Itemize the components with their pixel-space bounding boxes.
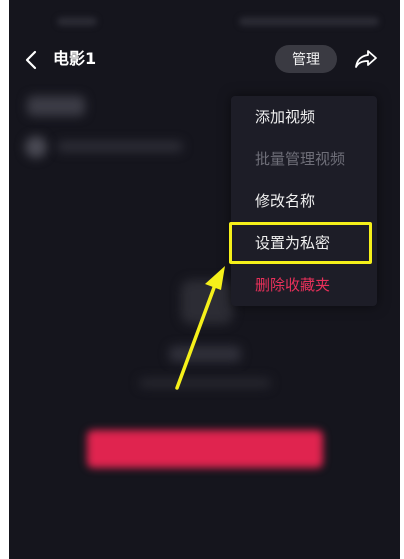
blurred-folder-title	[27, 96, 85, 116]
page-title: 电影1	[53, 49, 97, 68]
blurred-empty-title	[169, 346, 241, 362]
highlight-box	[229, 222, 372, 264]
menu-item-add-video[interactable]: 添加视频	[231, 96, 377, 138]
share-arrow-icon	[355, 50, 377, 68]
blurred-empty-icon	[181, 280, 233, 324]
blurred-avatar	[25, 136, 47, 158]
blurred-author-line	[57, 141, 183, 152]
status-bar-indicators	[239, 17, 379, 26]
blurred-empty-subtitle	[139, 378, 271, 388]
menu-item-delete-folder[interactable]: 删除收藏夹	[231, 264, 377, 306]
chevron-left-icon	[25, 50, 37, 70]
share-button[interactable]	[353, 46, 379, 72]
menu-item-batch-manage: 批量管理视频	[255, 150, 346, 168]
manage-dropdown-menu: 添加视频 批量管理视频 修改名称 设置为私密 删除收藏夹	[231, 96, 377, 306]
menu-item-rename[interactable]: 修改名称	[231, 180, 377, 222]
status-bar-time	[57, 17, 97, 26]
back-button[interactable]	[19, 46, 43, 74]
phone-screen: 电影1 管理 添加视频 批量管理视频 修改名称 设置为私密 删除收藏夹	[9, 0, 400, 559]
manage-button[interactable]: 管理	[275, 45, 337, 73]
blurred-primary-button	[87, 430, 323, 468]
